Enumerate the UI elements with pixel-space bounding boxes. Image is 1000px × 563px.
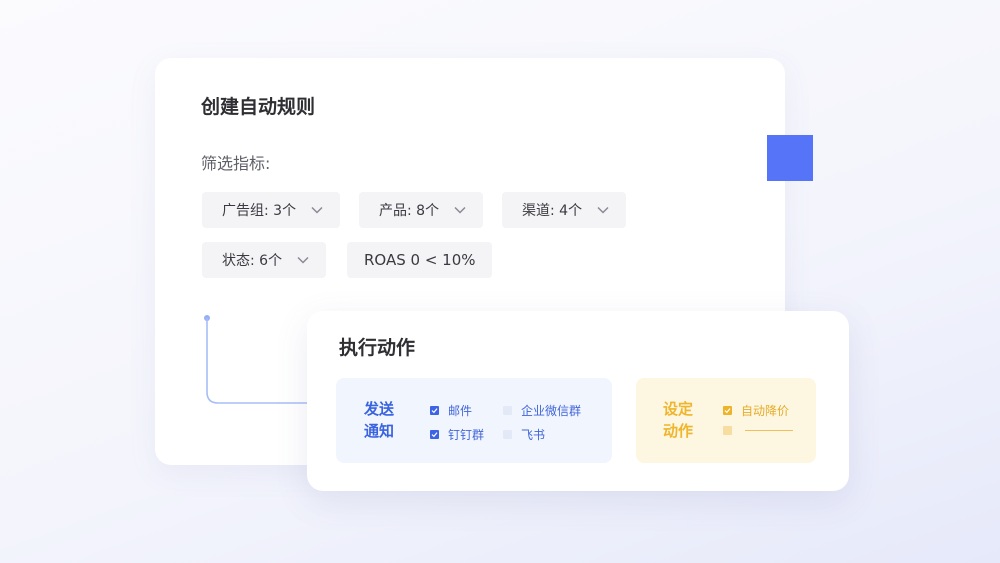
- option-wecom-group[interactable]: 企业微信群: [503, 402, 581, 419]
- checkbox-checked-icon[interactable]: [430, 430, 439, 439]
- filter-chip-roas[interactable]: ROAS 0 < 10%: [347, 242, 492, 278]
- decorative-blue-square: [767, 135, 813, 181]
- filter-metrics-label: 筛选指标:: [201, 154, 271, 173]
- option-label: 钉钉群: [448, 428, 485, 442]
- option-label: 自动降价: [741, 404, 790, 418]
- filter-chip-label: 渠道: 4个: [522, 203, 583, 219]
- set-action-label: 设定动作: [663, 400, 694, 440]
- checkbox-unchecked-icon[interactable]: [723, 426, 732, 435]
- checkbox-checked-icon[interactable]: [430, 406, 439, 415]
- chevron-down-icon: [310, 205, 324, 215]
- option-label: 邮件: [448, 404, 473, 418]
- filter-chip-label: 产品: 8个: [379, 203, 440, 219]
- filter-chip-channel[interactable]: 渠道: 4个: [502, 192, 627, 228]
- send-notification-panel: 发送通知 邮件 企业微信群 钉钉群 飞书: [336, 378, 612, 463]
- execute-action-card: 执行动作 发送通知 邮件 企业微信群 钉钉群 飞书 设定动作 自动降价: [307, 311, 849, 491]
- checkbox-unchecked-icon[interactable]: [503, 406, 512, 415]
- placeholder-line: [745, 430, 793, 431]
- chevron-down-icon: [596, 205, 610, 215]
- filter-chip-label: 广告组: 3个: [222, 203, 297, 219]
- send-notification-label: 发送通知: [364, 400, 395, 440]
- option-label: 企业微信群: [521, 404, 582, 418]
- rule-card-title: 创建自动规则: [201, 96, 316, 118]
- chevron-down-icon: [453, 205, 467, 215]
- filter-chip-status[interactable]: 状态: 6个: [202, 242, 327, 278]
- chevron-down-icon: [296, 255, 310, 265]
- action-card-title: 执行动作: [339, 337, 416, 359]
- set-action-panel: 设定动作 自动降价: [636, 378, 816, 463]
- checkbox-checked-icon[interactable]: [723, 406, 732, 415]
- option-dingtalk-group[interactable]: 钉钉群: [430, 426, 484, 443]
- option-placeholder[interactable]: [723, 426, 793, 435]
- filter-chip-label: ROAS 0 < 10%: [364, 251, 476, 269]
- option-feishu[interactable]: 飞书: [503, 426, 545, 443]
- option-label: 飞书: [521, 428, 546, 442]
- filter-chip-product[interactable]: 产品: 8个: [359, 192, 484, 228]
- filter-chip-ad-group[interactable]: 广告组: 3个: [202, 192, 341, 228]
- option-auto-price-drop[interactable]: 自动降价: [723, 402, 789, 419]
- filter-chip-label: 状态: 6个: [222, 253, 283, 269]
- option-email[interactable]: 邮件: [430, 402, 472, 419]
- checkbox-unchecked-icon[interactable]: [503, 430, 512, 439]
